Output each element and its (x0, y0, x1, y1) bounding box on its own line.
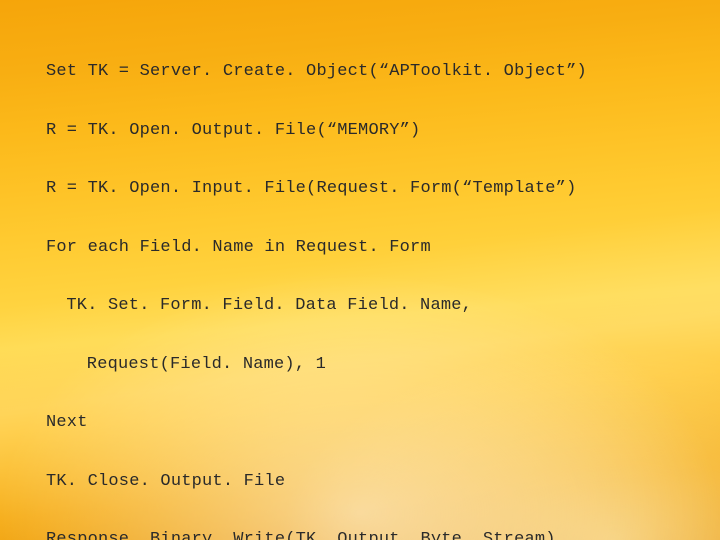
code-line: For each Field. Name in Request. Form (46, 233, 680, 262)
code-line: R = TK. Open. Input. File(Request. Form(… (46, 174, 680, 203)
code-line: TK. Close. Output. File (46, 467, 680, 496)
code-line: R = TK. Open. Output. File(“MEMORY”) (46, 116, 680, 145)
code-line: Next (46, 408, 680, 437)
code-line: TK. Set. Form. Field. Data Field. Name, (46, 291, 680, 320)
code-line: Set TK = Server. Create. Object(“APToolk… (46, 57, 680, 86)
code-line: Response. Binary. Write(TK. Output. Byte… (46, 525, 680, 540)
code-line: Request(Field. Name), 1 (46, 350, 680, 379)
code-block: Set TK = Server. Create. Object(“APToolk… (46, 28, 680, 540)
